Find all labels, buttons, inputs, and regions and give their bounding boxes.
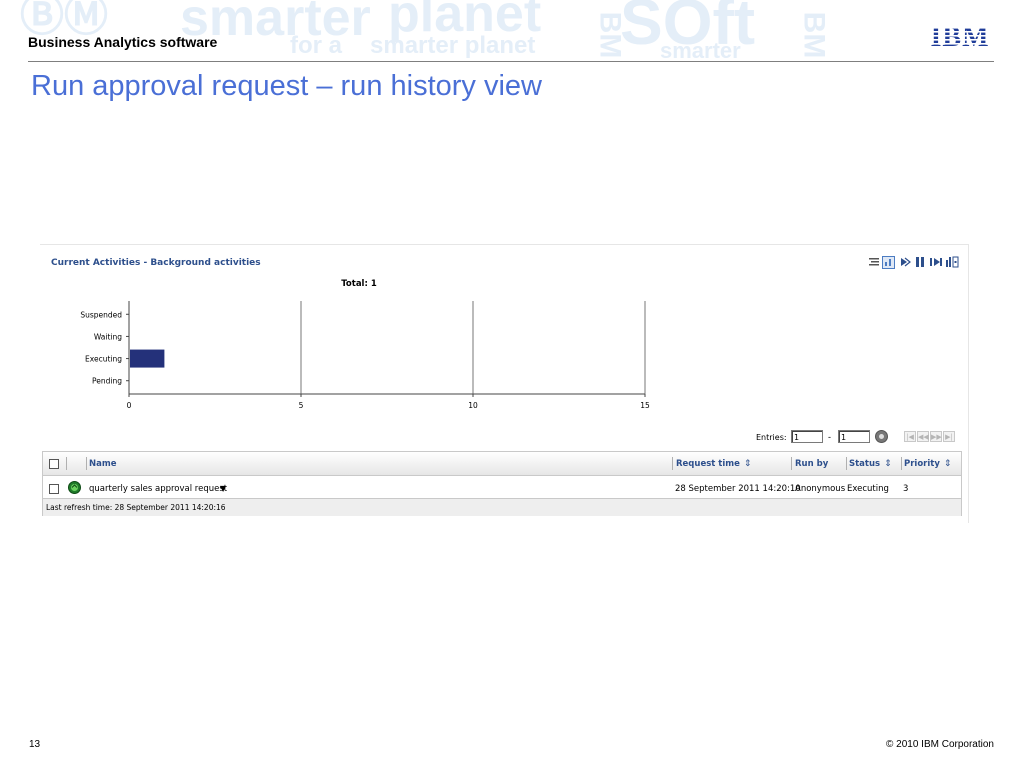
x-tick-label: 5	[299, 401, 304, 410]
column-header-label: Priority	[904, 459, 940, 469]
column-header-priority[interactable]: Priority ⇕	[904, 459, 951, 469]
column-header-label: Request time	[676, 459, 740, 469]
x-tick-label: 15	[640, 401, 650, 410]
column-separator	[66, 457, 67, 470]
watermark-text: BM	[593, 11, 627, 59]
table-header: Name Request time ⇕ Run by Status ⇕ Priori…	[43, 452, 961, 476]
sort-icon: ⇕	[943, 459, 952, 469]
column-separator	[791, 457, 792, 470]
request-time-cell: 28 September 2011 14:20:10	[675, 484, 801, 494]
app-title: Business Analytics software	[28, 34, 218, 50]
first-page-button[interactable]: |◀	[904, 431, 916, 442]
column-separator	[86, 457, 87, 470]
watermark-text: smarter	[660, 38, 741, 62]
bar	[130, 349, 165, 368]
last-page-button[interactable]: ▶|	[943, 431, 955, 442]
select-all-checkbox[interactable]	[49, 459, 59, 469]
sort-icon: ⇕	[743, 459, 752, 469]
entries-label: Entries:	[756, 433, 787, 442]
panel-title: Current Activities - Background activiti…	[51, 258, 261, 268]
activity-bar-chart: Total: 1 Suspended Waiting Executing Pendin…	[80, 279, 650, 410]
category-label: Waiting	[94, 332, 122, 341]
go-button[interactable]	[875, 430, 888, 443]
priority-cell: 3	[903, 484, 909, 494]
page-title: Run approval request – run history view	[31, 70, 542, 102]
column-header-label: Status	[849, 459, 881, 469]
run-by-cell: Anonymous	[795, 484, 846, 494]
entries-from-input[interactable]: 1	[791, 430, 823, 443]
table-footer: Last refresh time: 28 September 2011 14:…	[43, 498, 961, 516]
watermark-text: ⒷⓂ	[20, 0, 108, 40]
header-banner: smarter planet SOft for a smarter planet…	[0, 0, 1024, 62]
column-header-name[interactable]: Name	[89, 459, 116, 469]
release-icon[interactable]	[929, 256, 943, 269]
row-checkbox[interactable]	[49, 484, 59, 494]
column-header-run-by[interactable]: Run by	[795, 459, 828, 469]
category-label: Pending	[92, 377, 122, 386]
suspend-icon[interactable]	[915, 256, 925, 269]
executing-status-icon	[68, 481, 81, 499]
status-cell: Executing	[847, 484, 889, 494]
priority-icon[interactable]	[945, 256, 959, 269]
copyright-text: © 2010 IBM Corporation	[886, 739, 994, 750]
list-view-icon[interactable]	[868, 256, 880, 269]
category-label: Executing	[85, 355, 122, 364]
ibm-logo: IBM	[926, 22, 994, 55]
watermark-text: for a	[290, 32, 343, 59]
x-tick-label: 10	[468, 401, 478, 410]
activities-table: Name Request time ⇕ Run by Status ⇕ Priori…	[42, 451, 962, 516]
chart-view-icon[interactable]	[882, 256, 895, 269]
column-separator	[846, 457, 847, 470]
header-divider	[28, 61, 994, 62]
watermark-text: BM	[797, 11, 831, 59]
next-page-button[interactable]: ▶▶	[930, 431, 942, 442]
last-refresh-text: Last refresh time: 28 September 2011 14:…	[46, 503, 226, 512]
column-header-request-time[interactable]: Request time ⇕	[676, 459, 751, 469]
page-number: 13	[29, 739, 41, 750]
activities-panel: Current Activities - Background activiti…	[40, 244, 969, 523]
category-label: Suspended	[80, 310, 122, 319]
dropdown-arrow-icon[interactable]: ▼	[220, 484, 226, 493]
sort-icon: ⇕	[884, 459, 892, 469]
previous-page-button[interactable]: ◀◀	[917, 431, 929, 442]
watermark-text: smarter planet	[370, 32, 536, 59]
column-separator	[672, 457, 673, 470]
entries-to-input[interactable]: 1	[838, 430, 870, 443]
request-name-link[interactable]: quarterly sales approval request	[89, 484, 227, 494]
entries-dash: -	[828, 432, 831, 442]
x-tick-label: 0	[127, 401, 132, 410]
run-icon[interactable]	[899, 256, 911, 269]
column-header-status[interactable]: Status ⇕	[849, 459, 892, 469]
chart-title: Total: 1	[341, 279, 377, 289]
column-separator	[901, 457, 902, 470]
